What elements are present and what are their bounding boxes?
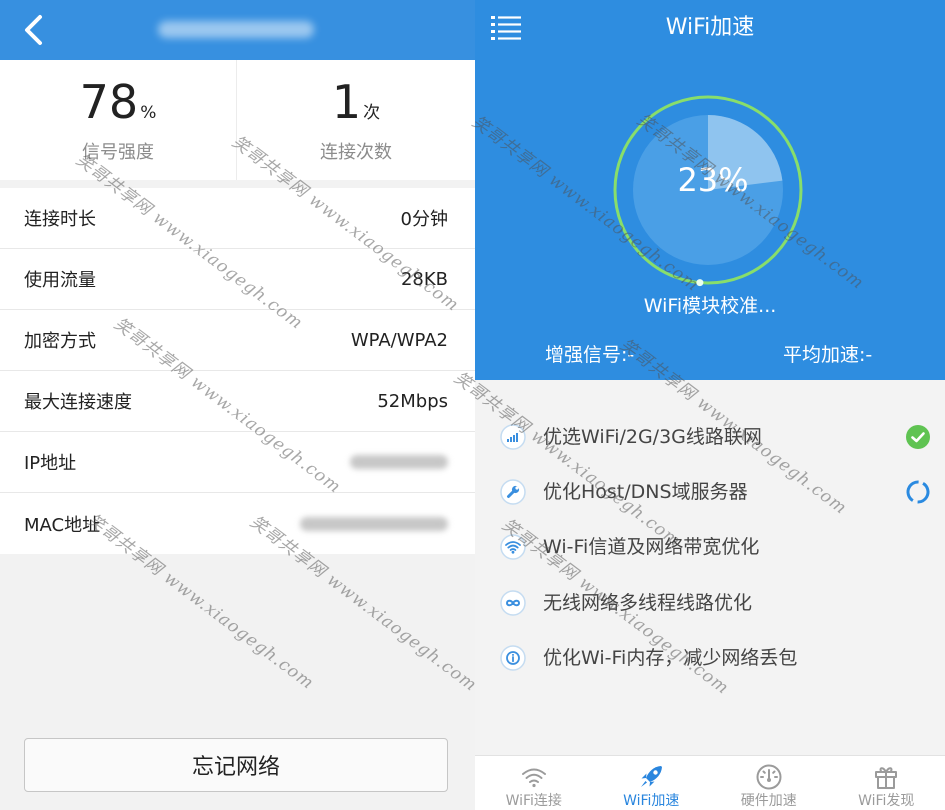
tab-label: WiFi发现: [858, 793, 915, 809]
page-title: WiFi加速: [665, 15, 755, 40]
signal-strength-label: 信号强度: [82, 142, 154, 163]
signal-strength-stat: 78% 信号强度: [0, 60, 236, 180]
task-item: 优化Host/DNS域服务器: [475, 478, 945, 506]
task-label: 优选WiFi/2G/3G线路联网: [543, 426, 762, 448]
tab-hardware-boost[interactable]: 硬件加速: [710, 756, 828, 810]
signal-boost-summary: 增强信号:-: [545, 344, 635, 366]
tab-wifi-discover[interactable]: WiFi发现: [828, 756, 945, 810]
infinity-link-icon: [500, 590, 526, 616]
signal-strength-unit: %: [140, 103, 157, 123]
encryption-row: 加密方式 WPA/WPA2: [0, 310, 475, 371]
average-speedup-summary: 平均加速:-: [783, 344, 873, 366]
row-value: 0分钟: [400, 209, 448, 230]
stats-panel: 78% 信号强度 1次 连接次数: [0, 60, 475, 180]
task-item: 优选WiFi/2G/3G线路联网: [475, 423, 945, 451]
network-name-redacted: [158, 21, 314, 38]
tab-label: WiFi连接: [505, 793, 562, 809]
row-value: WPA/WPA2: [350, 329, 448, 351]
row-label: 最大连接速度: [24, 392, 132, 413]
task-item: Wi-Fi信道及网络带宽优化: [475, 533, 945, 561]
check-circle-icon: [906, 425, 930, 449]
info-icon: [500, 645, 526, 671]
gift-icon: [875, 767, 898, 789]
row-label: MAC地址: [24, 514, 101, 536]
wrench-icon: [500, 479, 526, 505]
ip-address-redacted: [350, 455, 448, 469]
connection-count-number: 1: [331, 75, 362, 129]
speedometer-icon: [756, 764, 782, 790]
detail-header: [0, 0, 475, 60]
task-label: 优化Host/DNS域服务器: [543, 481, 748, 503]
mac-address-row: MAC地址: [0, 493, 475, 554]
boost-status-text: WiFi模块校准...: [643, 295, 777, 317]
rocket-icon: [641, 766, 663, 787]
connection-duration-row: 连接时长 0分钟: [0, 188, 475, 249]
chevron-left-icon: [25, 15, 42, 45]
tab-wifi-boost[interactable]: WiFi加速: [593, 756, 711, 810]
row-value: 52Mbps: [377, 390, 448, 412]
row-label: IP地址: [24, 453, 77, 474]
ip-address-row: IP地址: [0, 432, 475, 493]
data-usage-row: 使用流量 28KB: [0, 249, 475, 310]
wifi-icon: [500, 534, 526, 560]
connection-count-stat: 1次 连接次数: [236, 60, 475, 180]
task-label: 无线网络多线程线路优化: [543, 592, 753, 614]
task-item: 优化Wi-Fi内存，减少网络丢包: [475, 644, 945, 672]
wifi-boost-screen: WiFi加速 23% WiFi模块校准... 增强信号:- 平均加速:- 优选W…: [475, 0, 945, 810]
row-value: 28KB: [400, 268, 448, 290]
task-label: 优化Wi-Fi内存，减少网络丢包: [543, 647, 798, 669]
connection-count-label: 连接次数: [320, 142, 392, 163]
back-button[interactable]: [16, 10, 50, 50]
gauge-indicator-dot: [696, 279, 704, 287]
forget-network-button[interactable]: 忘记网络: [24, 738, 448, 792]
tab-label: WiFi加速: [623, 793, 680, 809]
detail-list: 连接时长 0分钟 使用流量 28KB 加密方式 WPA/WPA2 最大连接速度 …: [0, 188, 475, 554]
signal-strength-value: 78%: [0, 78, 236, 126]
row-label: 使用流量: [24, 270, 96, 291]
mac-address-redacted: [300, 516, 448, 531]
tab-wifi-connect[interactable]: WiFi连接: [475, 756, 593, 810]
max-speed-row: 最大连接速度 52Mbps: [0, 371, 475, 432]
tab-label: 硬件加速: [740, 793, 797, 809]
connection-count-unit: 次: [363, 103, 381, 123]
row-label: 加密方式: [24, 331, 96, 352]
task-item: 无线网络多线程线路优化: [475, 589, 945, 617]
connection-count-value: 1次: [237, 78, 475, 126]
network-detail-screen: 78% 信号强度 1次 连接次数 连接时长 0分钟 使用流量 28KB 加密方式…: [0, 0, 475, 810]
row-label: 连接时长: [24, 209, 96, 230]
boost-percent-text: 23%: [677, 161, 749, 199]
spinner-icon: [906, 480, 930, 504]
bottom-tab-bar: WiFi连接 WiFi加速 硬件加速 WiFi发现: [475, 755, 945, 810]
boost-header-panel: WiFi加速 23% WiFi模块校准... 增强信号:- 平均加速:-: [475, 0, 945, 380]
task-label: Wi-Fi信道及网络带宽优化: [543, 536, 760, 558]
wifi-icon: [521, 768, 546, 788]
signal-bars-icon: [500, 424, 526, 450]
signal-strength-number: 78: [79, 75, 139, 129]
